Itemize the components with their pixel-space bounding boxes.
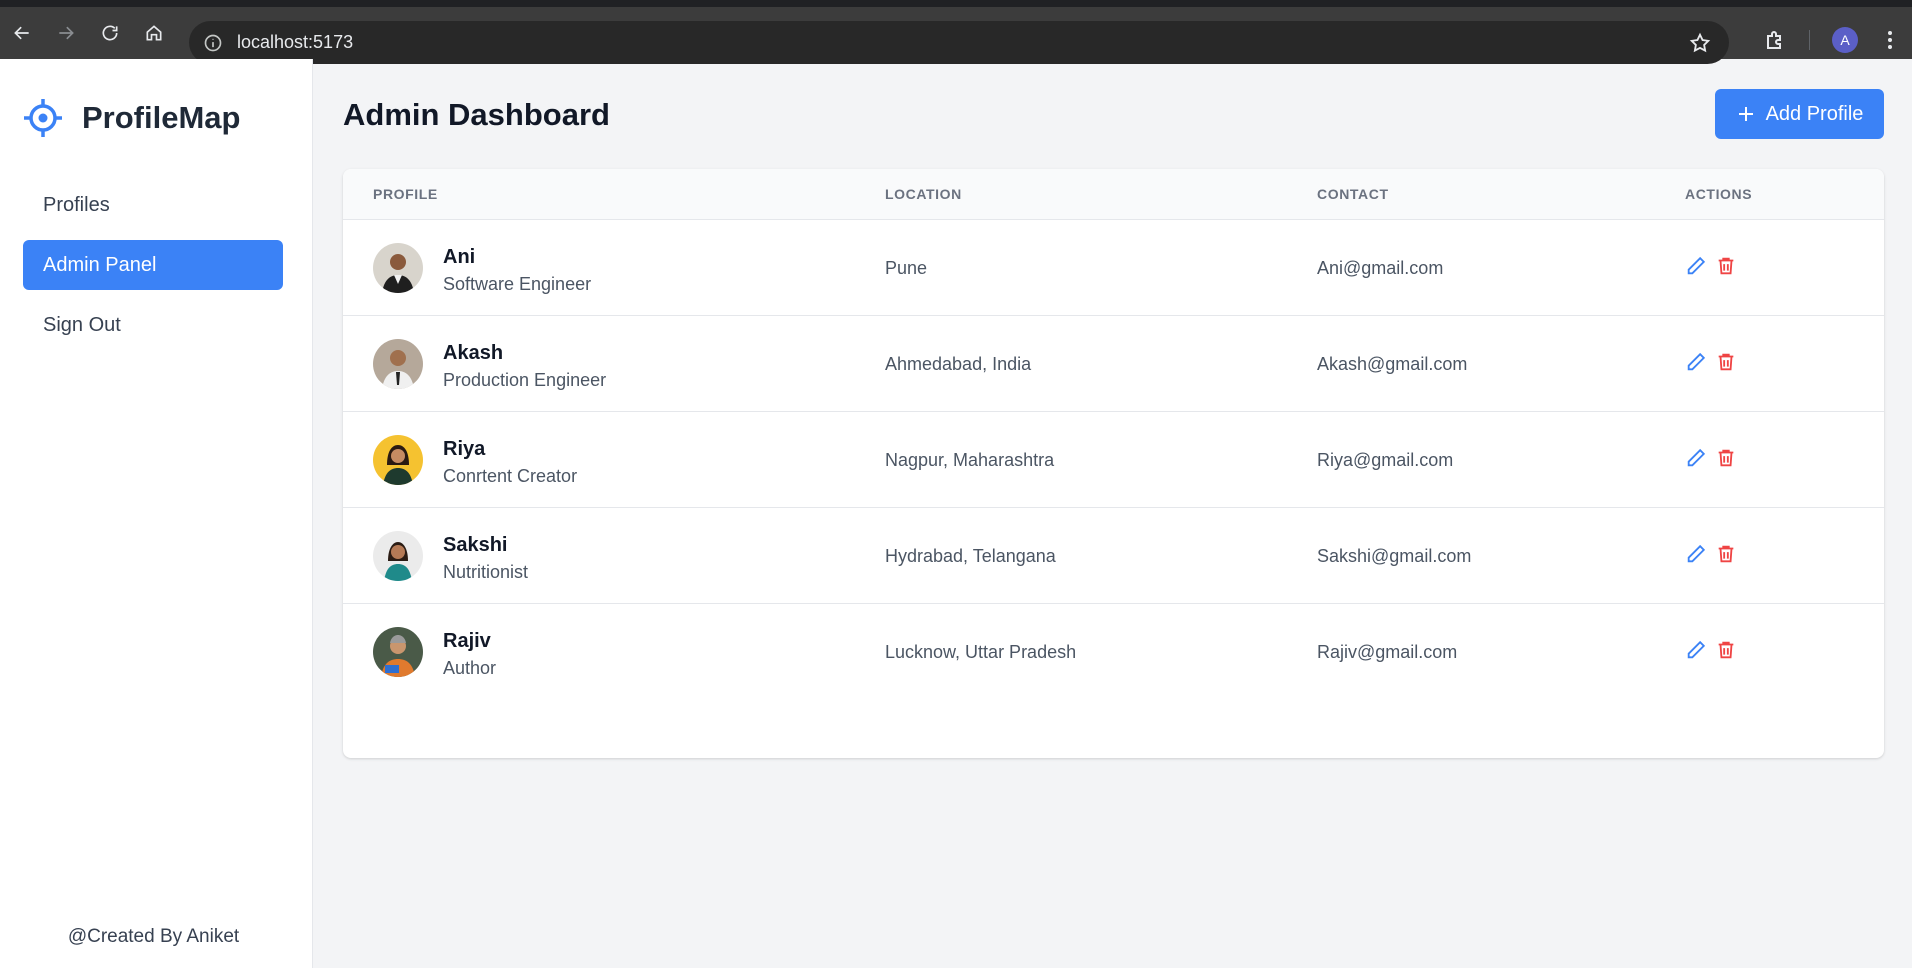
profile-location: Ahmedabad, India bbox=[885, 354, 1032, 374]
sidebar-item-sign-out[interactable]: Sign Out bbox=[23, 300, 283, 350]
back-icon[interactable] bbox=[0, 11, 44, 55]
browser-toolbar: localhost:5173 A bbox=[0, 0, 1912, 64]
profile-location: Nagpur, Maharashtra bbox=[885, 450, 1055, 470]
sidebar-item-profiles[interactable]: Profiles bbox=[23, 180, 283, 230]
row-actions bbox=[1685, 543, 1745, 565]
table-header: PROFILE LOCATION CONTACT ACTIONS bbox=[343, 169, 1884, 219]
brand-name: ProfileMap bbox=[82, 100, 241, 135]
profile-contact: Akash@gmail.com bbox=[1317, 354, 1468, 374]
address-url[interactable]: localhost:5173 bbox=[237, 32, 353, 53]
address-bar[interactable]: localhost:5173 bbox=[189, 21, 1729, 64]
add-profile-label: Add Profile bbox=[1765, 102, 1864, 125]
profiles-table: PROFILE LOCATION CONTACT ACTIONS Ani Sof… bbox=[343, 169, 1884, 758]
avatar bbox=[373, 243, 423, 293]
edit-pencil-icon[interactable] bbox=[1685, 639, 1707, 661]
profile-name: Akash bbox=[443, 342, 504, 364]
delete-trash-icon[interactable] bbox=[1715, 255, 1737, 277]
profile-role: Software Engineer bbox=[443, 274, 592, 294]
plus-icon bbox=[1738, 107, 1753, 121]
profile-contact: Riya@gmail.com bbox=[1317, 450, 1454, 470]
footer-credit: @Created By Aniket bbox=[67, 926, 240, 947]
edit-pencil-icon[interactable] bbox=[1685, 351, 1707, 373]
avatar bbox=[373, 339, 423, 389]
reload-icon[interactable] bbox=[88, 11, 132, 55]
table-row: Riya Conrtent Creator Nagpur, Maharashtr… bbox=[343, 411, 1884, 507]
profile-name: Rajiv bbox=[443, 630, 491, 652]
sidebar-item-admin-panel[interactable]: Admin Panel bbox=[23, 240, 283, 290]
bookmark-star-icon[interactable] bbox=[1689, 32, 1711, 54]
add-profile-button[interactable]: Add Profile bbox=[1715, 89, 1884, 139]
profile-location: Lucknow, Uttar Pradesh bbox=[885, 642, 1077, 662]
profile-contact: Ani@gmail.com bbox=[1317, 258, 1444, 278]
column-header-actions: ACTIONS bbox=[1685, 186, 1753, 202]
column-header-location: LOCATION bbox=[885, 186, 962, 202]
table-row: Rajiv Author Lucknow, Uttar Pradesh Raji… bbox=[343, 603, 1884, 699]
profile-name: Riya bbox=[443, 438, 486, 460]
profile-contact: Sakshi@gmail.com bbox=[1317, 546, 1472, 566]
delete-trash-icon[interactable] bbox=[1715, 543, 1737, 565]
avatar bbox=[373, 627, 423, 677]
row-actions bbox=[1685, 639, 1745, 661]
profile-location: Hydrabad, Telangana bbox=[885, 546, 1056, 566]
column-header-profile: PROFILE bbox=[373, 186, 438, 202]
sidebar-nav: Profiles Admin Panel Sign Out bbox=[23, 180, 283, 360]
main-content: Admin Dashboard Add Profile PROFILE LOCA… bbox=[314, 59, 1912, 968]
crosshair-logo-icon bbox=[24, 99, 62, 137]
delete-trash-icon[interactable] bbox=[1715, 447, 1737, 469]
row-actions bbox=[1685, 255, 1745, 277]
site-info-icon[interactable] bbox=[203, 33, 223, 53]
avatar bbox=[373, 435, 423, 485]
toolbar-divider bbox=[1809, 30, 1810, 50]
table-row: Ani Software Engineer Pune Ani@gmail.com bbox=[343, 219, 1884, 315]
brand[interactable]: ProfileMap bbox=[22, 97, 240, 139]
delete-trash-icon[interactable] bbox=[1715, 639, 1737, 661]
browser-nav-buttons bbox=[0, 11, 176, 55]
edit-pencil-icon[interactable] bbox=[1685, 255, 1707, 277]
profile-role: Author bbox=[443, 658, 497, 678]
page-title: Admin Dashboard bbox=[343, 97, 610, 132]
profile-role: Conrtent Creator bbox=[443, 466, 578, 486]
forward-icon[interactable] bbox=[44, 11, 88, 55]
profile-role: Production Engineer bbox=[443, 370, 607, 390]
edit-pencil-icon[interactable] bbox=[1685, 447, 1707, 469]
table-row: Akash Production Engineer Ahmedabad, Ind… bbox=[343, 315, 1884, 411]
column-header-contact: CONTACT bbox=[1317, 186, 1389, 202]
delete-trash-icon[interactable] bbox=[1715, 351, 1737, 373]
row-actions bbox=[1685, 351, 1745, 373]
profile-name: Sakshi bbox=[443, 534, 508, 556]
extensions-puzzle-icon[interactable] bbox=[1763, 28, 1787, 52]
more-vert-icon[interactable] bbox=[1880, 28, 1900, 52]
profile-name: Ani bbox=[443, 246, 476, 268]
edit-pencil-icon[interactable] bbox=[1685, 543, 1707, 565]
profile-contact: Rajiv@gmail.com bbox=[1317, 642, 1458, 662]
avatar bbox=[373, 531, 423, 581]
table-row: Sakshi Nutritionist Hydrabad, Telangana … bbox=[343, 507, 1884, 603]
home-icon[interactable] bbox=[132, 11, 176, 55]
sidebar: ProfileMap Profiles Admin Panel Sign Out… bbox=[0, 59, 313, 968]
row-actions bbox=[1685, 447, 1745, 469]
profile-role: Nutritionist bbox=[443, 562, 529, 582]
browser-profile-avatar[interactable]: A bbox=[1832, 27, 1858, 53]
profile-location: Pune bbox=[885, 258, 928, 278]
